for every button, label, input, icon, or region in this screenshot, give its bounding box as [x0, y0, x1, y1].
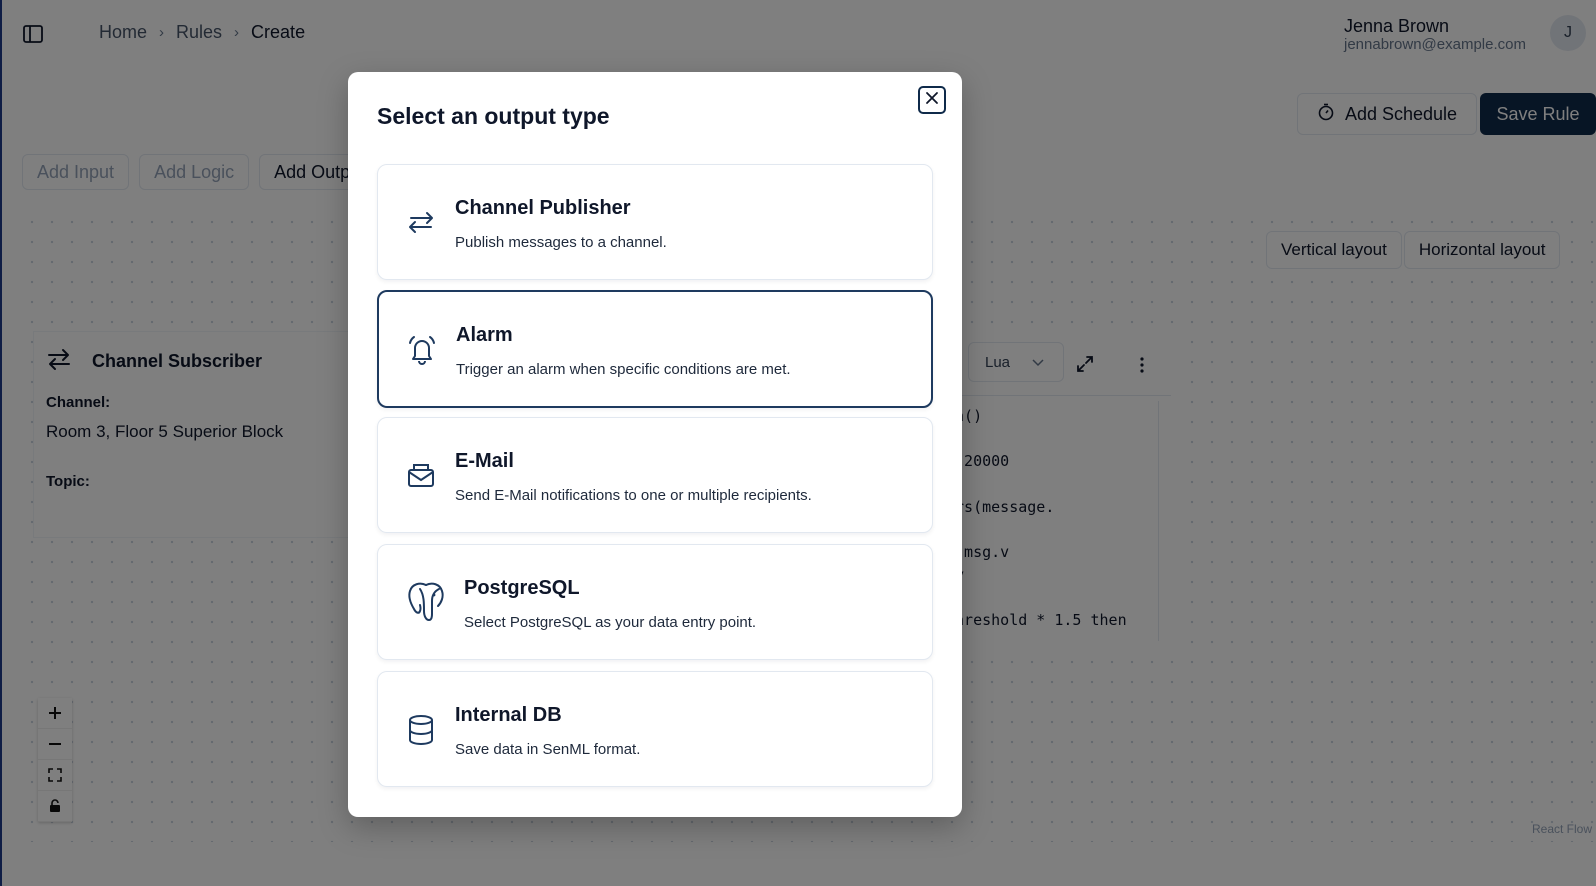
- arrows-exchange-icon: [406, 207, 438, 239]
- option-description: Send E-Mail notifications to one or mult…: [455, 487, 812, 504]
- modal-title: Select an output type: [377, 103, 610, 129]
- option-title: E-Mail: [455, 450, 514, 472]
- option-title: Alarm: [456, 324, 513, 346]
- option-channel-publisher[interactable]: Channel Publisher Publish messages to a …: [377, 164, 933, 280]
- option-description: Trigger an alarm when specific condition…: [456, 361, 791, 378]
- option-email[interactable]: E-Mail Send E-Mail notifications to one …: [377, 417, 933, 533]
- option-title: PostgreSQL: [464, 577, 580, 599]
- output-type-modal: Select an output type Channel Publisher …: [348, 72, 962, 817]
- option-title: Channel Publisher: [455, 197, 631, 219]
- alarm-bell-icon: [407, 334, 439, 366]
- option-postgresql[interactable]: PostgreSQL Select PostgreSQL as your dat…: [377, 544, 933, 660]
- option-description: Save data in SenML format.: [455, 741, 641, 758]
- option-description: Select PostgreSQL as your data entry poi…: [464, 614, 757, 631]
- postgresql-elephant-icon: [406, 581, 444, 622]
- option-alarm[interactable]: Alarm Trigger an alarm when specific con…: [377, 290, 933, 408]
- close-button[interactable]: [918, 86, 946, 114]
- close-icon: [925, 91, 939, 110]
- option-description: Publish messages to a channel.: [455, 234, 667, 251]
- option-internal-db[interactable]: Internal DB Save data in SenML format.: [377, 671, 933, 787]
- mail-icon: [406, 460, 438, 492]
- option-title: Internal DB: [455, 704, 562, 726]
- database-icon: [406, 714, 438, 746]
